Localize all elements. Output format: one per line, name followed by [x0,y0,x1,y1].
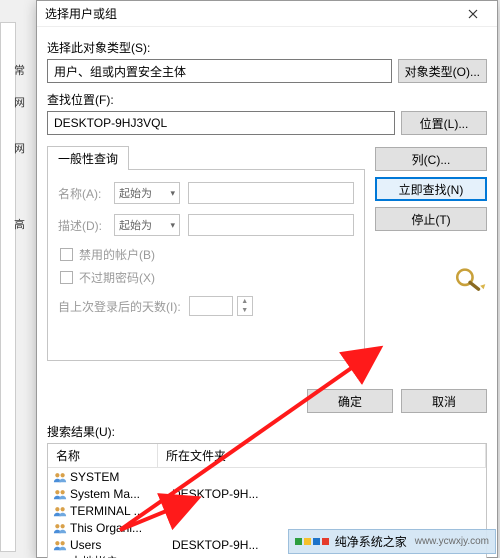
row-name: SYSTEM [68,470,168,484]
object-types-button[interactable]: 对象类型(O)... [398,59,487,83]
group-icon [52,486,68,501]
background-tabs: 常 网 网 高 [14,62,34,342]
desc-field-label: 描述(D): [58,217,114,234]
query-panel: 名称(A): 起始为▾ 描述(D): 起始为▾ 禁用的帐户(B) 不过期密码(X… [47,169,365,361]
chevron-down-icon: ▾ [170,188,175,199]
close-button[interactable] [453,3,493,25]
name-input[interactable] [188,182,354,204]
group-icon [52,554,68,558]
results-header: 名称 所在文件夹 [48,444,486,468]
ok-button[interactable]: 确定 [307,389,393,413]
days-input[interactable] [189,296,233,316]
close-icon [468,9,478,19]
object-type-input[interactable] [47,59,392,83]
location-label: 查找位置(F): [47,91,487,108]
group-icon [52,520,68,535]
row-name: System Ma... [68,487,168,501]
desc-input[interactable] [188,214,354,236]
watermark-title: 纯净系统之家 [335,533,407,550]
row-name: Users [68,538,168,552]
row-folder: DESKTOP-9H... [168,487,482,501]
days-since-logon-label: 自上次登录后的天数(I): [58,298,181,315]
group-icon [52,503,68,518]
chevron-down-icon: ▾ [170,220,175,231]
row-name: TERMINAL ... [68,504,168,518]
tab-common-queries[interactable]: 一般性查询 [47,146,129,170]
watermark: 纯净系统之家 www.ycwxjy.com [288,529,496,554]
disabled-accounts-checkbox[interactable]: 禁用的帐户(B) [60,246,354,263]
location-input[interactable] [47,111,395,135]
titlebar: 选择用户或组 [37,1,497,27]
results-label: 搜索结果(U): [47,423,487,440]
locations-button[interactable]: 位置(L)... [401,111,487,135]
row-name: 本地帐户 [68,553,168,558]
desc-mode-dropdown[interactable]: 起始为▾ [114,214,180,236]
name-field-label: 名称(A): [58,185,114,202]
col-name[interactable]: 名称 [48,444,158,467]
non-expiring-password-checkbox[interactable]: 不过期密码(X) [60,269,354,286]
list-item[interactable]: SYSTEM [48,468,486,485]
stop-button[interactable]: 停止(T) [375,207,487,231]
select-users-dialog: 选择用户或组 选择此对象类型(S): 对象类型(O)... 查找位置(F): 位… [36,0,498,558]
list-item[interactable]: TERMINAL ... [48,502,486,519]
window-title: 选择用户或组 [45,5,117,22]
columns-button[interactable]: 列(C)... [375,147,487,171]
object-type-label: 选择此对象类型(S): [47,39,487,56]
list-item[interactable]: System Ma...DESKTOP-9H... [48,485,486,502]
col-folder[interactable]: 所在文件夹 [158,444,486,467]
watermark-url: www.ycwxjy.com [415,536,489,547]
row-name: This Organi... [68,521,168,535]
find-now-button[interactable]: 立即查找(N) [375,177,487,201]
name-mode-dropdown[interactable]: 起始为▾ [114,182,180,204]
group-icon [52,537,68,552]
watermark-logo-icon [295,538,329,545]
cancel-button[interactable]: 取消 [401,389,487,413]
group-icon [52,469,68,484]
search-icon [453,265,487,296]
days-spinner[interactable]: ▲▼ [237,296,253,316]
